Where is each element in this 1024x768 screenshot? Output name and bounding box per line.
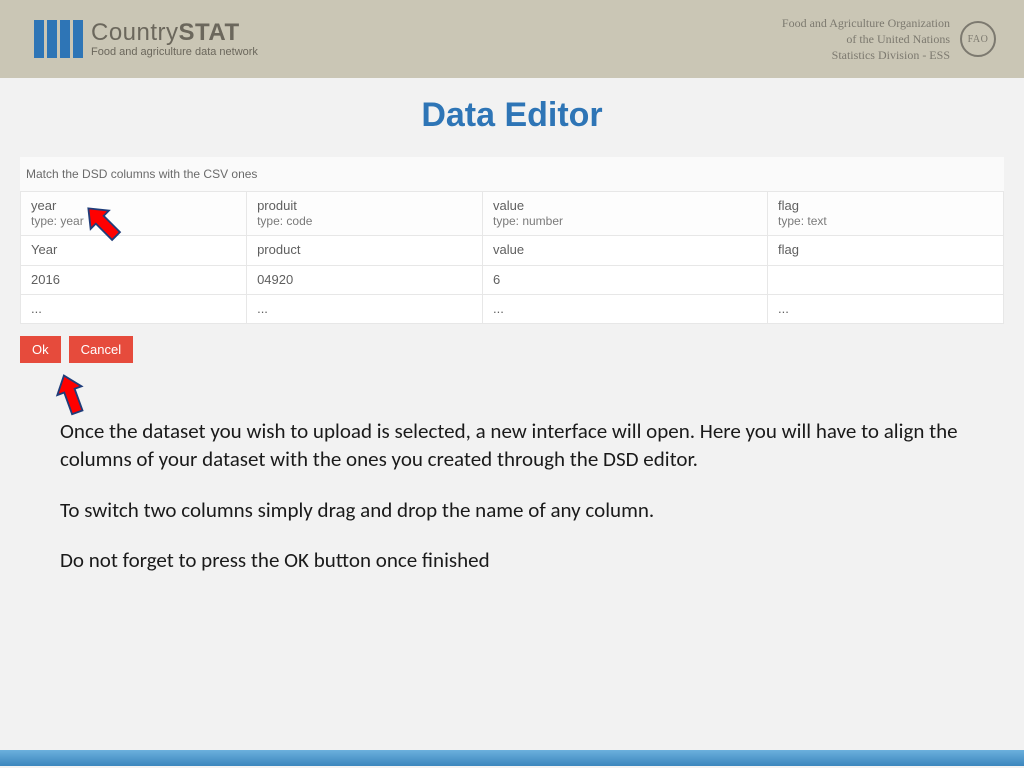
button-row: Ok Cancel <box>20 336 1004 363</box>
dsd-col-produit[interactable]: produit type: code <box>247 192 483 236</box>
fao-line3: Statistics Division - ESS <box>782 47 950 63</box>
paragraph-2: To switch two columns simply drag and dr… <box>60 496 964 524</box>
paragraph-1: Once the dataset you wish to upload is s… <box>60 417 964 474</box>
logo-bars-icon <box>34 20 83 58</box>
dsd-col-year[interactable]: year type: year <box>21 192 247 236</box>
dsd-col-value[interactable]: value type: number <box>482 192 767 236</box>
arrow-to-ok-icon <box>48 372 94 418</box>
brand-main: Country <box>91 19 179 46</box>
brand-bold: STAT <box>179 19 240 46</box>
body-copy: Once the dataset you wish to upload is s… <box>60 417 964 574</box>
fao-text: Food and Agriculture Organization of the… <box>782 15 950 64</box>
dsd-col-flag[interactable]: flag type: text <box>768 192 1004 236</box>
footer-stripe <box>0 750 1024 766</box>
logo-text: CountrySTAT Food and agriculture data ne… <box>91 21 258 58</box>
logo-block: CountrySTAT Food and agriculture data ne… <box>34 20 258 58</box>
brand-tagline: Food and agriculture data network <box>91 47 258 58</box>
header-bar: CountrySTAT Food and agriculture data ne… <box>0 0 1024 78</box>
matcher-table: year type: year produit type: code value… <box>20 191 1004 324</box>
table-row: 2016 04920 6 <box>21 265 1004 294</box>
csv-col-flag[interactable]: flag <box>768 236 1004 265</box>
matcher-card: Match the DSD columns with the CSV ones … <box>20 157 1004 324</box>
ok-button[interactable]: Ok <box>20 336 61 363</box>
fao-seal-icon: FAO <box>960 21 996 57</box>
page-title: Data Editor <box>0 96 1024 135</box>
dsd-row: year type: year produit type: code value… <box>21 192 1004 236</box>
csv-col-value[interactable]: value <box>482 236 767 265</box>
cancel-button[interactable]: Cancel <box>69 336 133 363</box>
matcher-instruction: Match the DSD columns with the CSV ones <box>20 157 1004 191</box>
fao-line1: Food and Agriculture Organization <box>782 15 950 31</box>
csv-col-year[interactable]: Year <box>21 236 247 265</box>
fao-line2: of the United Nations <box>782 31 950 47</box>
header-right: Food and Agriculture Organization of the… <box>782 15 996 64</box>
table-row: ... ... ... ... <box>21 294 1004 323</box>
csv-header-row: Year product value flag <box>21 236 1004 265</box>
csv-col-product[interactable]: product <box>247 236 483 265</box>
paragraph-3: Do not forget to press the OK button onc… <box>60 546 964 574</box>
